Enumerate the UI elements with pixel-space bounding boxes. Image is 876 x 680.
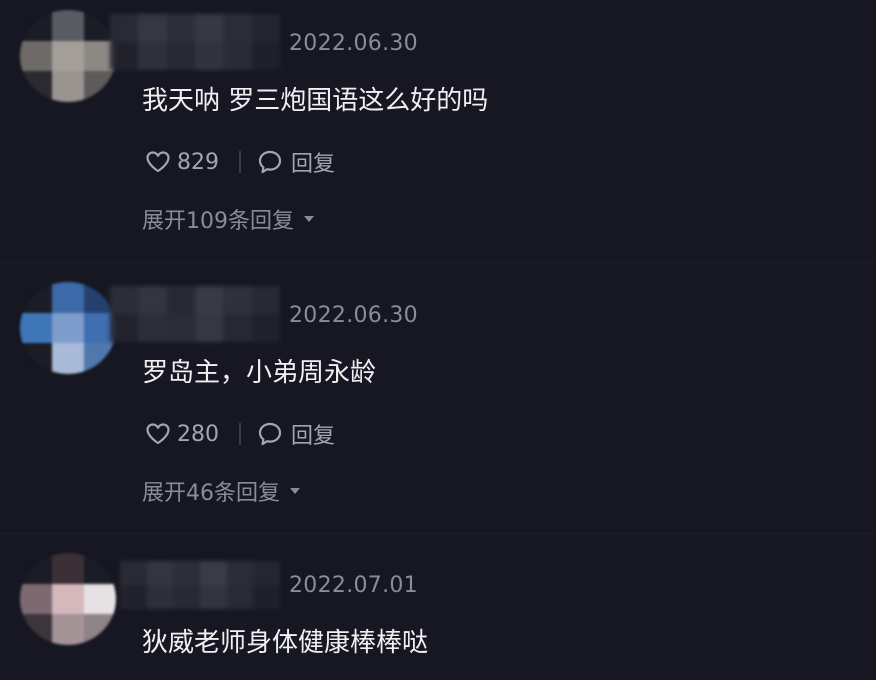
username-pixel bbox=[138, 14, 167, 42]
speech-bubble-icon bbox=[257, 421, 283, 447]
reply-label: 回复 bbox=[291, 152, 336, 177]
username-pixel bbox=[110, 42, 139, 70]
comment-date: 2022.07.01 bbox=[289, 573, 418, 598]
reply-button[interactable]: 回复 bbox=[257, 146, 335, 178]
avatar-pixel bbox=[84, 71, 116, 102]
username-pixel bbox=[253, 585, 280, 609]
like-count: 280 bbox=[177, 421, 219, 447]
username-pixel bbox=[251, 314, 280, 342]
username-pixel bbox=[195, 286, 224, 314]
speech-bubble-icon bbox=[257, 149, 283, 175]
avatar-pixel bbox=[52, 71, 84, 102]
divider bbox=[239, 151, 241, 173]
username-pixel bbox=[195, 14, 224, 42]
expand-replies-button[interactable]: 展开109条回复 bbox=[142, 203, 314, 235]
caret-down-icon bbox=[304, 216, 314, 222]
username-pixel bbox=[110, 14, 139, 42]
comment-actions: 829 回复 bbox=[145, 145, 335, 179]
username-pixel bbox=[223, 42, 252, 70]
username-pixel bbox=[251, 42, 280, 70]
username-pixel bbox=[226, 561, 254, 585]
username-pixel bbox=[251, 286, 280, 314]
username-pixel bbox=[199, 561, 227, 585]
avatar-pixel bbox=[52, 614, 84, 645]
username-blurred[interactable] bbox=[120, 561, 280, 609]
avatar-pixel bbox=[84, 343, 116, 374]
comment-text: 狄威老师身体健康棒棒哒 bbox=[142, 628, 429, 658]
avatar-pixel bbox=[20, 343, 52, 374]
username-pixel bbox=[138, 286, 167, 314]
avatar-pixel bbox=[52, 553, 84, 584]
username-pixel bbox=[166, 42, 195, 70]
username-pixel bbox=[226, 585, 254, 609]
avatar[interactable] bbox=[20, 553, 116, 645]
expand-replies-label: 展开109条回复 bbox=[142, 209, 294, 234]
avatar-pixel bbox=[20, 40, 52, 72]
reply-label: 回复 bbox=[291, 424, 336, 449]
avatar[interactable] bbox=[20, 282, 116, 374]
avatar-pixel bbox=[20, 583, 52, 615]
username-pixel bbox=[173, 585, 200, 609]
username-pixel bbox=[199, 585, 227, 609]
like-button[interactable]: 829 bbox=[145, 150, 219, 175]
avatar-pixel bbox=[52, 583, 84, 615]
comment-date: 2022.06.30 bbox=[289, 31, 418, 56]
avatar-pixel bbox=[84, 583, 116, 615]
username-pixel bbox=[110, 286, 139, 314]
username-pixel bbox=[173, 561, 200, 585]
avatar-pixel bbox=[20, 312, 52, 344]
username-pixel bbox=[138, 42, 167, 70]
avatar-pixel bbox=[52, 282, 84, 313]
comment-date: 2022.06.30 bbox=[289, 303, 418, 328]
comment-separator bbox=[0, 533, 876, 534]
like-count: 829 bbox=[177, 149, 219, 175]
caret-down-icon bbox=[290, 488, 300, 494]
username-pixel bbox=[223, 314, 252, 342]
username-pixel bbox=[195, 42, 224, 70]
username-pixel bbox=[120, 585, 147, 609]
username-pixel bbox=[146, 585, 174, 609]
username-pixel bbox=[110, 314, 139, 342]
username-blurred[interactable] bbox=[110, 14, 280, 70]
avatar-pixel bbox=[20, 553, 52, 584]
reply-button[interactable]: 回复 bbox=[257, 418, 335, 450]
avatar-pixel bbox=[20, 10, 52, 41]
username-pixel bbox=[120, 561, 147, 585]
heart-outline-icon bbox=[145, 150, 171, 174]
username-pixel bbox=[223, 14, 252, 42]
expand-replies-button[interactable]: 展开46条回复 bbox=[142, 475, 300, 507]
comment-text: 罗岛主，小弟周永龄 bbox=[142, 358, 377, 388]
username-pixel bbox=[166, 14, 195, 42]
avatar-pixel bbox=[20, 614, 52, 645]
avatar[interactable] bbox=[20, 10, 116, 102]
expand-replies-label: 展开46条回复 bbox=[142, 481, 280, 506]
avatar-pixel bbox=[52, 312, 84, 344]
avatar-pixel bbox=[52, 343, 84, 374]
divider bbox=[239, 423, 241, 445]
avatar-pixel bbox=[52, 10, 84, 41]
like-button[interactable]: 280 bbox=[145, 422, 219, 447]
username-pixel bbox=[138, 314, 167, 342]
username-pixel bbox=[195, 314, 224, 342]
username-pixel bbox=[166, 314, 195, 342]
username-pixel bbox=[146, 561, 174, 585]
username-blurred[interactable] bbox=[110, 286, 280, 342]
avatar-pixel bbox=[84, 614, 116, 645]
comment-separator bbox=[0, 262, 876, 263]
comment-actions: 280 回复 bbox=[145, 417, 335, 451]
avatar-pixel bbox=[20, 71, 52, 102]
heart-outline-icon bbox=[145, 422, 171, 446]
avatar-pixel bbox=[20, 282, 52, 313]
comment-text: 我天呐 罗三炮国语这么好的吗 bbox=[142, 86, 489, 116]
username-pixel bbox=[253, 561, 280, 585]
username-pixel bbox=[223, 286, 252, 314]
avatar-pixel bbox=[52, 40, 84, 72]
username-pixel bbox=[251, 14, 280, 42]
username-pixel bbox=[166, 286, 195, 314]
avatar-pixel bbox=[84, 553, 116, 584]
